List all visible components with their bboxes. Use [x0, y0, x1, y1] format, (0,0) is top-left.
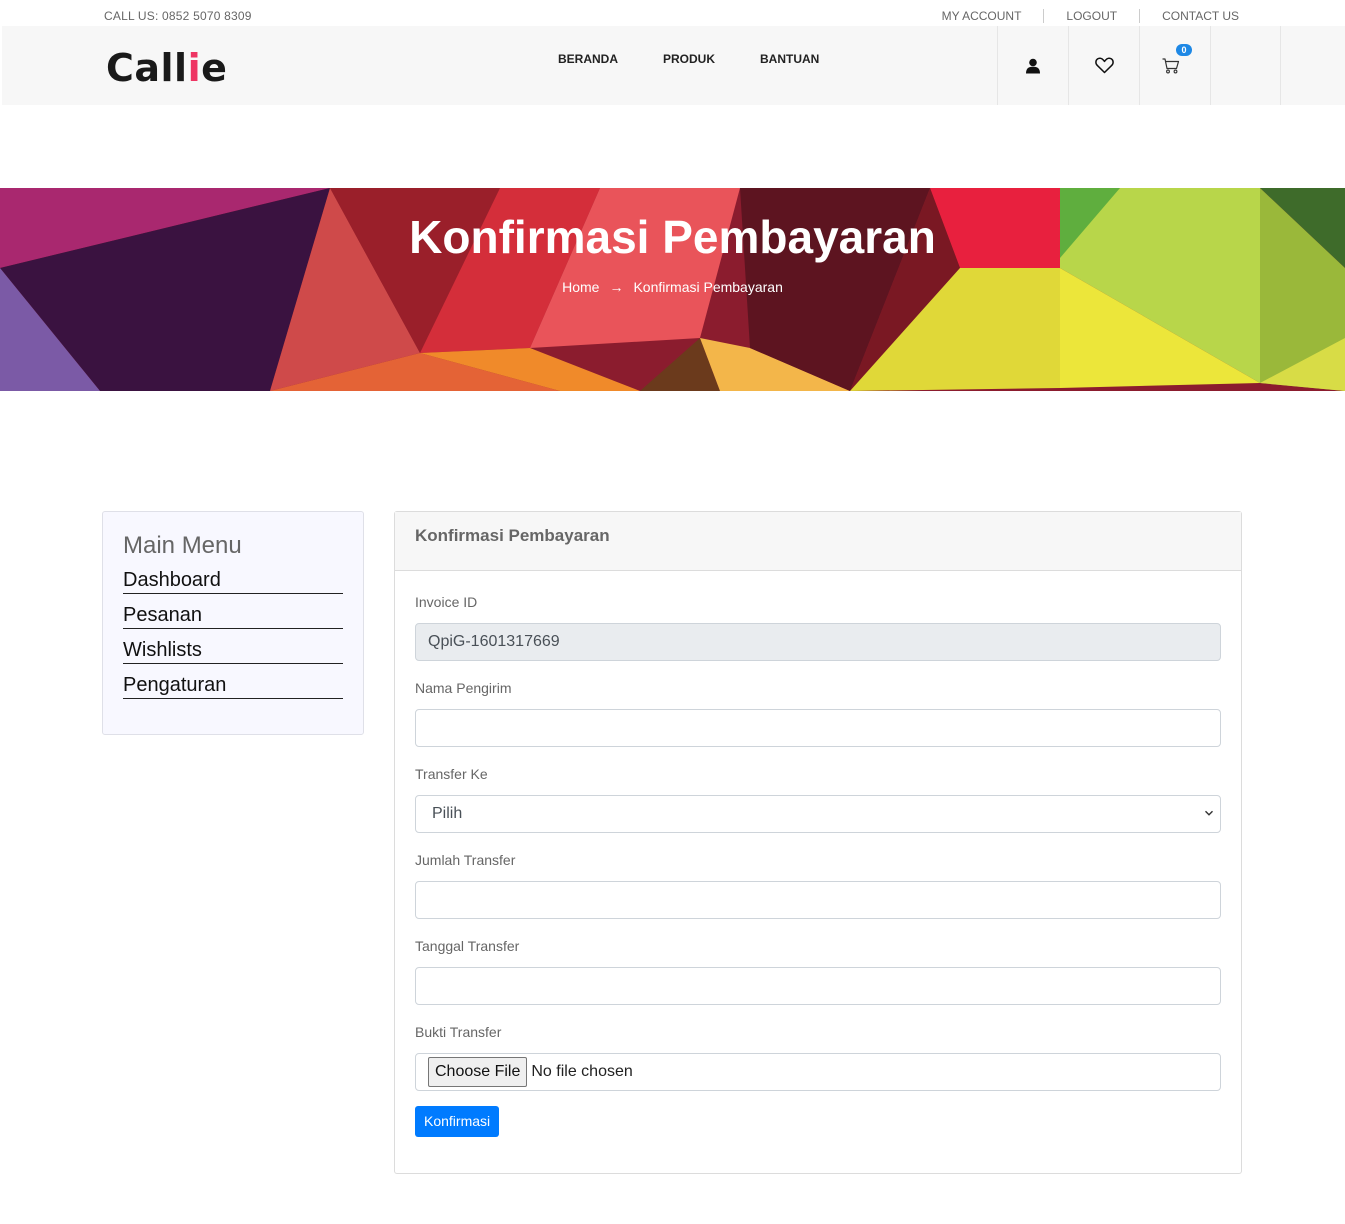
invoice-id-label: Invoice ID	[415, 594, 478, 610]
transfer-date-input[interactable]	[415, 967, 1221, 1005]
call-us-text: CALL US: 0852 5070 8309	[104, 9, 252, 23]
sender-name-input[interactable]	[415, 709, 1221, 747]
header: Callie BERANDA PRODUK BANTUAN 0	[2, 26, 1345, 105]
choose-file-button[interactable]: Choose File	[428, 1057, 528, 1087]
proof-file-input[interactable]: Choose File No file chosen	[415, 1053, 1221, 1091]
logo[interactable]: Callie	[106, 46, 227, 90]
confirm-button[interactable]: Konfirmasi	[415, 1106, 500, 1137]
logo-accent-letter: i	[187, 46, 202, 90]
sidebar-item-pesanan[interactable]: Pesanan	[123, 603, 343, 629]
page-banner: Konfirmasi Pembayaran Home → Konfirmasi Pe…	[0, 188, 1345, 391]
user-icon	[1026, 58, 1040, 73]
transfer-to-select[interactable]: Pilih	[415, 795, 1221, 833]
topbar-links: MY ACCOUNT LOGOUT CONTACT US	[942, 9, 1239, 23]
amount-input[interactable]	[415, 881, 1221, 919]
cart-icon	[1162, 57, 1180, 73]
sidebar-item-pengaturan[interactable]: Pengaturan	[123, 673, 343, 699]
nav-beranda[interactable]: BERANDA	[558, 52, 618, 66]
proof-label: Bukti Transfer	[415, 1024, 502, 1040]
cart-count-badge: 0	[1176, 44, 1192, 56]
breadcrumb-home[interactable]: Home	[562, 279, 599, 295]
page-title: Konfirmasi Pembayaran	[409, 211, 936, 263]
contact-us-link[interactable]: CONTACT US	[1139, 9, 1239, 23]
payment-confirmation-card: Konfirmasi Pembayaran Invoice ID QpiG-16…	[394, 511, 1242, 1174]
account-button[interactable]	[997, 26, 1068, 105]
sidebar-item-dashboard[interactable]: Dashboard	[123, 568, 343, 594]
sidebar-main-menu: Main Menu Dashboard Pesanan Wishlists Pe…	[102, 511, 364, 735]
transfer-to-label: Transfer Ke	[415, 766, 488, 782]
card-title: Konfirmasi Pembayaran	[395, 512, 1241, 571]
header-empty-slot	[1210, 26, 1281, 105]
chevron-down-icon	[1205, 810, 1213, 816]
nav-produk[interactable]: PRODUK	[663, 52, 715, 66]
wishlist-button[interactable]	[1068, 26, 1139, 105]
topbar: CALL US: 0852 5070 8309 MY ACCOUNT LOGOU…	[0, 0, 1345, 26]
nav-bantuan[interactable]: BANTUAN	[760, 52, 819, 66]
breadcrumb-current: Konfirmasi Pembayaran	[633, 279, 783, 295]
sidebar-item-wishlists[interactable]: Wishlists	[123, 638, 343, 664]
logo-text-end: e	[201, 46, 228, 90]
logout-link[interactable]: LOGOUT	[1043, 9, 1139, 23]
sender-name-label: Nama Pengirim	[415, 680, 512, 696]
heart-icon	[1094, 57, 1114, 74]
file-status-text: No file chosen	[531, 1063, 633, 1080]
transfer-date-label: Tanggal Transfer	[415, 938, 520, 954]
amount-label: Jumlah Transfer	[415, 852, 516, 868]
cart-button[interactable]: 0	[1139, 26, 1210, 105]
invoice-id-field: QpiG-1601317669	[415, 623, 1221, 661]
main-nav: BERANDA PRODUK BANTUAN	[558, 52, 819, 66]
sidebar-title: Main Menu	[123, 532, 242, 559]
transfer-to-selected-value: Pilih	[432, 805, 463, 822]
breadcrumb-arrow-icon: →	[609, 279, 624, 295]
breadcrumb: Home → Konfirmasi Pembayaran	[0, 279, 1345, 295]
sidebar-menu: Dashboard Pesanan Wishlists Pengaturan	[123, 568, 343, 708]
logo-text: Call	[106, 46, 188, 90]
header-icons: 0	[997, 26, 1281, 105]
my-account-link[interactable]: MY ACCOUNT	[942, 9, 1044, 23]
